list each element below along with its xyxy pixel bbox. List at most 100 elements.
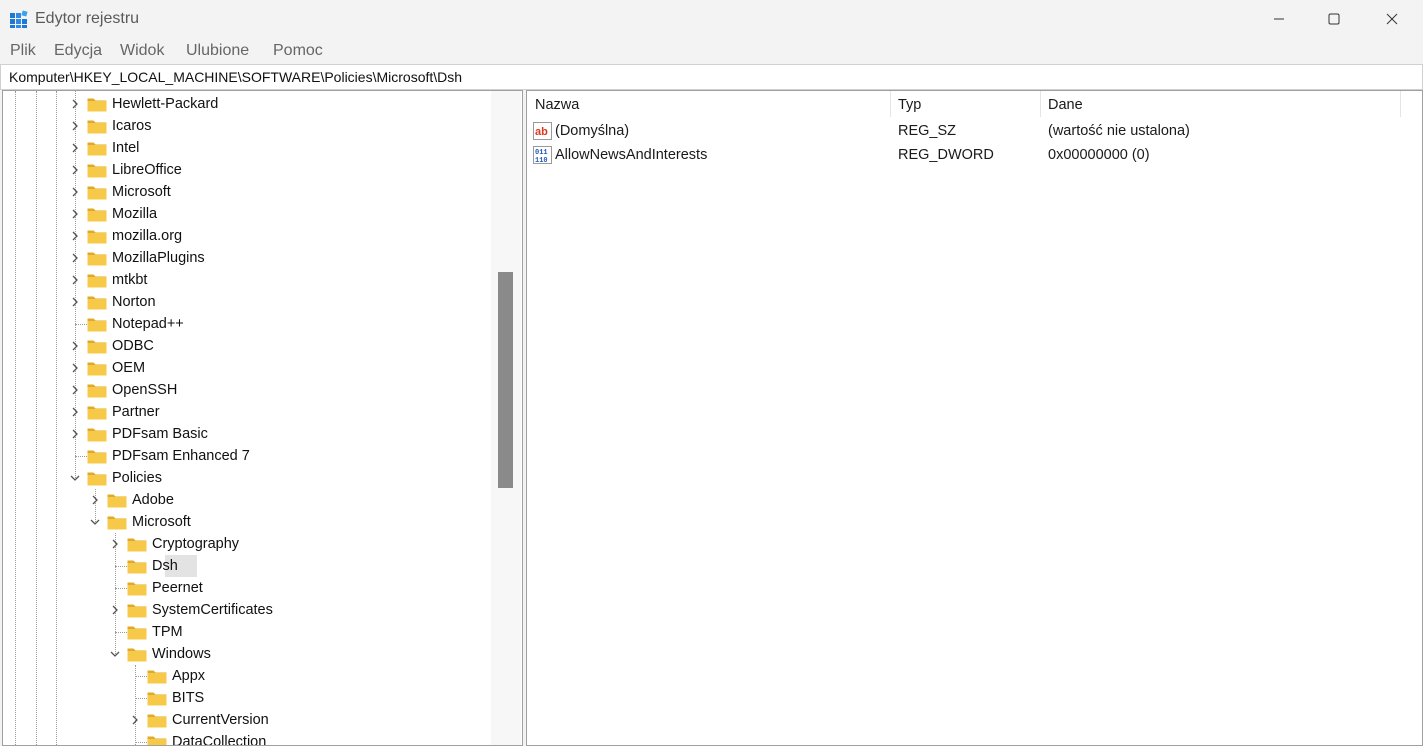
registry-tree[interactable]: Hewlett-Packard Icaros Intel LibreOffice Mic… [2,90,523,746]
tree-node[interactable]: BITS [3,687,489,709]
chevron-down-icon[interactable] [89,516,101,528]
folder-icon [87,120,107,134]
tree-node-label: Microsoft [132,514,191,530]
tree-node[interactable]: Icaros [3,115,489,137]
menu-edycja[interactable]: Edycja [54,42,102,60]
chevron-right-icon[interactable] [129,714,141,726]
folder-icon [87,230,107,244]
tree-node-label: Dsh [152,558,178,574]
menu-ulubione[interactable]: Ulubione [186,42,249,60]
tree-node[interactable]: OpenSSH [3,379,489,401]
tree-node-label: PDFsam Basic [112,426,208,442]
address-bar[interactable]: Komputer\HKEY_LOCAL_MACHINE\SOFTWARE\Pol… [0,64,1423,90]
tree-node[interactable]: SystemCertificates [3,599,489,621]
tree-node[interactable]: Cryptography [3,533,489,555]
tree-node-label: Adobe [132,492,174,508]
tree-node[interactable]: Mozilla [3,203,489,225]
tree-node[interactable]: Appx [3,665,489,687]
tree-node[interactable]: mozilla.org [3,225,489,247]
tree-node[interactable]: Norton [3,291,489,313]
tree-node-label: CurrentVersion [172,712,269,728]
chevron-right-icon[interactable] [69,362,81,374]
tree-node[interactable]: Notepad++ [3,313,489,335]
tree-node[interactable]: Peernet [3,577,489,599]
chevron-right-icon[interactable] [69,208,81,220]
tree-scrollbar-thumb[interactable] [498,272,513,488]
tree-node[interactable]: Microsoft [3,181,489,203]
menu-widok[interactable]: Widok [120,42,164,60]
tree-node[interactable]: PDFsam Enhanced 7 [3,445,489,467]
chevron-right-icon[interactable] [69,98,81,110]
value-type: REG_DWORD [898,147,994,163]
tree-node[interactable]: LibreOffice [3,159,489,181]
tree-node[interactable]: Policies [3,467,489,489]
tree-node[interactable]: PDFsam Basic [3,423,489,445]
chevron-right-icon[interactable] [69,384,81,396]
maximize-button[interactable] [1308,0,1360,38]
value-row[interactable]: ab (Domyślna) REG_SZ (wartość nie ustalo… [527,119,1422,143]
minimize-icon [1274,18,1284,20]
chevron-down-icon[interactable] [69,472,81,484]
minimize-button[interactable] [1253,0,1305,38]
chevron-right-icon[interactable] [69,142,81,154]
chevron-right-icon[interactable] [69,120,81,132]
folder-icon [87,142,107,156]
chevron-right-icon[interactable] [69,274,81,286]
column-header-type[interactable]: Typ [890,91,1040,117]
tree-node-label: Norton [112,294,156,310]
tree-node[interactable]: ODBC [3,335,489,357]
column-header-name[interactable]: Nazwa [527,91,890,117]
tree-node-label: PDFsam Enhanced 7 [112,448,250,464]
chevron-right-icon[interactable] [69,186,81,198]
chevron-right-icon[interactable] [69,340,81,352]
tree-node[interactable]: mtkbt [3,269,489,291]
tree-node-label: OpenSSH [112,382,178,398]
tree-node[interactable]: Hewlett-Packard [3,93,489,115]
tree-node[interactable]: TPM [3,621,489,643]
chevron-right-icon[interactable] [69,252,81,264]
tree-node[interactable]: Intel [3,137,489,159]
folder-icon [127,604,147,618]
tree-node[interactable]: Partner [3,401,489,423]
chevron-right-icon[interactable] [69,428,81,440]
folder-icon [87,252,107,266]
folder-icon [127,582,147,596]
tree-node-label: Notepad++ [112,316,184,332]
chevron-right-icon[interactable] [89,494,101,506]
tree-node-label: Appx [172,668,206,684]
value-data: 0x00000000 (0) [1048,147,1150,163]
tree-node[interactable]: Windows [3,643,489,665]
tree-node-label: DataCollection [172,734,267,746]
tree-node-label: Peernet [152,580,203,596]
menu-pomoc[interactable]: Pomoc [273,42,323,60]
column-header-data[interactable]: Dane [1040,91,1400,117]
tree-node[interactable]: CurrentVersion [3,709,489,731]
folder-icon [87,384,107,398]
chevron-right-icon[interactable] [69,296,81,308]
column-separator[interactable] [1400,91,1401,117]
chevron-right-icon[interactable] [69,230,81,242]
values-list[interactable]: Nazwa Typ Dane ab (Domyślna) REG_SZ (war… [526,90,1423,746]
tree-node[interactable]: Adobe [3,489,489,511]
close-button[interactable] [1366,0,1418,38]
tree-node[interactable]: OEM [3,357,489,379]
chevron-right-icon[interactable] [69,164,81,176]
tree-node[interactable]: Dsh [3,555,489,577]
folder-icon [147,736,167,745]
tree-node[interactable]: MozillaPlugins [3,247,489,269]
tree-node[interactable]: DataCollection [3,731,489,746]
chevron-down-icon[interactable] [109,648,121,660]
value-row[interactable]: 011 110 AllowNewsAndInterests REG_DWORD … [527,143,1422,167]
folder-icon [87,186,107,200]
menu-plik[interactable]: Plik [10,42,36,60]
chevron-right-icon[interactable] [69,406,81,418]
tree-node[interactable]: Microsoft [3,511,489,533]
folder-icon [87,362,107,376]
address-path[interactable]: Komputer\HKEY_LOCAL_MACHINE\SOFTWARE\Pol… [9,69,462,85]
string-value-icon: ab [533,122,552,140]
folder-icon [87,472,107,486]
tree-node-label: SystemCertificates [152,602,273,618]
tree-node-label: BITS [172,690,205,706]
chevron-right-icon[interactable] [109,604,121,616]
chevron-right-icon[interactable] [109,538,121,550]
